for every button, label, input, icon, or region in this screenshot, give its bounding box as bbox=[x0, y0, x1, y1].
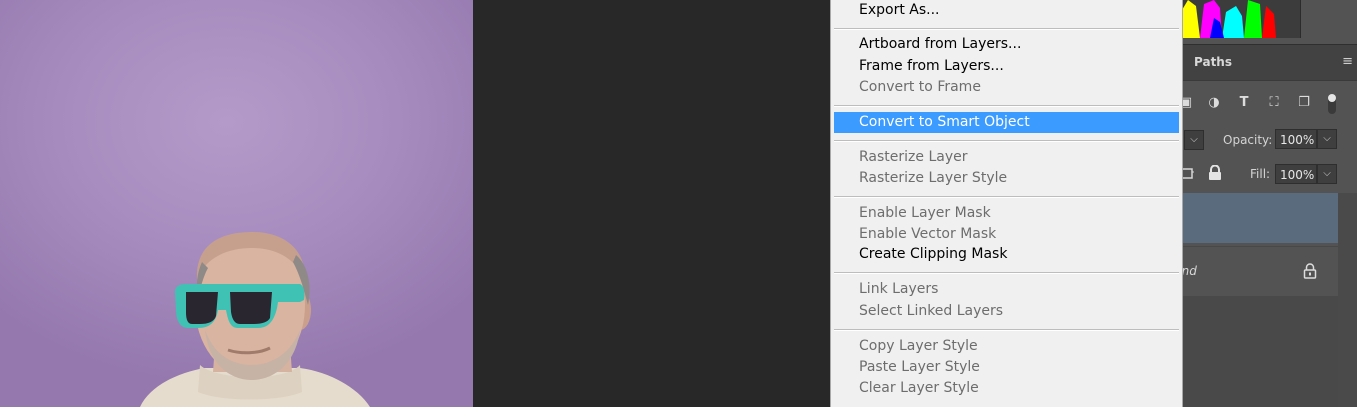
tab-paths[interactable]: Paths bbox=[1194, 55, 1232, 69]
opacity-label: Opacity: bbox=[1223, 133, 1273, 147]
menu-item-rasterize-layer-style: Rasterize Layer Style bbox=[859, 170, 1008, 186]
filter-toggle-icon[interactable] bbox=[1327, 93, 1337, 115]
panel-tabs: Paths ≡ bbox=[1170, 44, 1357, 81]
menu-separator bbox=[834, 28, 1179, 30]
menu-item-convert-to-frame: Convert to Frame bbox=[859, 79, 981, 95]
menu-item-enable-layer-mask: Enable Layer Mask bbox=[859, 205, 991, 221]
layer-context-menu: Export As... Artboard from Layers... Fra… bbox=[830, 0, 1183, 407]
layers-scrollbar[interactable] bbox=[1338, 193, 1357, 407]
histogram-preview bbox=[1170, 0, 1301, 38]
menu-item-convert-to-smart-object[interactable]: Convert to Smart Object bbox=[834, 112, 1179, 133]
menu-item-clear-layer-style: Clear Layer Style bbox=[859, 380, 979, 396]
layer-lock-icon bbox=[1302, 263, 1318, 279]
menu-item-frame-from-layers[interactable]: Frame from Layers... bbox=[834, 56, 1179, 77]
panel-menu-icon[interactable]: ≡ bbox=[1342, 54, 1353, 69]
fill-row: Fill: 100% ⌵ bbox=[1170, 158, 1357, 190]
blend-mode-dropdown[interactable]: ⌵ bbox=[1184, 130, 1204, 150]
menu-separator bbox=[834, 105, 1179, 107]
opacity-row: ⌵ Opacity: 100% ⌵ bbox=[1170, 126, 1357, 156]
opacity-field[interactable]: 100% bbox=[1275, 129, 1317, 149]
menu-separator bbox=[834, 140, 1179, 142]
menu-item-link-layers: Link Layers bbox=[859, 281, 939, 297]
menu-item-artboard-from-layers[interactable]: Artboard from Layers... bbox=[834, 34, 1179, 55]
menu-item-copy-layer-style: Copy Layer Style bbox=[859, 338, 978, 354]
menu-item-create-clipping-mask[interactable]: Create Clipping Mask bbox=[834, 244, 1179, 265]
histogram-area bbox=[1170, 0, 1357, 44]
menu-item-paste-layer-style: Paste Layer Style bbox=[859, 359, 980, 375]
smart-object-filter-icon[interactable]: ❐ bbox=[1297, 96, 1311, 110]
menu-separator bbox=[834, 272, 1179, 274]
portrait-photo bbox=[140, 232, 370, 407]
adjustment-filter-icon[interactable]: ◑ bbox=[1207, 96, 1221, 110]
layers-panel: Paths ≡ ▣ ◑ T ⛶ ❐ ⌵ Opacity: 100% ⌵ Fill… bbox=[1170, 0, 1357, 407]
fill-field[interactable]: 100% bbox=[1275, 164, 1317, 184]
fill-dropdown[interactable]: ⌵ bbox=[1317, 164, 1337, 184]
menu-item-select-linked-layers: Select Linked Layers bbox=[859, 303, 1004, 319]
type-filter-icon[interactable]: T bbox=[1237, 96, 1251, 110]
menu-item-enable-vector-mask: Enable Vector Mask bbox=[859, 226, 997, 242]
workspace-background bbox=[473, 0, 833, 407]
menu-item-rasterize-layer: Rasterize Layer bbox=[859, 149, 968, 165]
background-layer-row[interactable]: und bbox=[1170, 246, 1338, 297]
selected-layer-row[interactable] bbox=[1170, 193, 1338, 243]
lock-all-icon[interactable] bbox=[1208, 164, 1222, 181]
opacity-dropdown[interactable]: ⌵ bbox=[1317, 129, 1337, 149]
menu-item-export-as[interactable]: Export As... bbox=[834, 0, 1179, 21]
layers-list-empty-area bbox=[1170, 296, 1338, 407]
shape-filter-icon[interactable]: ⛶ bbox=[1267, 96, 1281, 110]
layer-filter-bar: ▣ ◑ T ⛶ ❐ bbox=[1170, 80, 1357, 127]
fill-label: Fill: bbox=[1250, 167, 1271, 181]
menu-separator bbox=[834, 329, 1179, 331]
canvas-image[interactable] bbox=[0, 0, 473, 407]
menu-separator bbox=[834, 196, 1179, 198]
